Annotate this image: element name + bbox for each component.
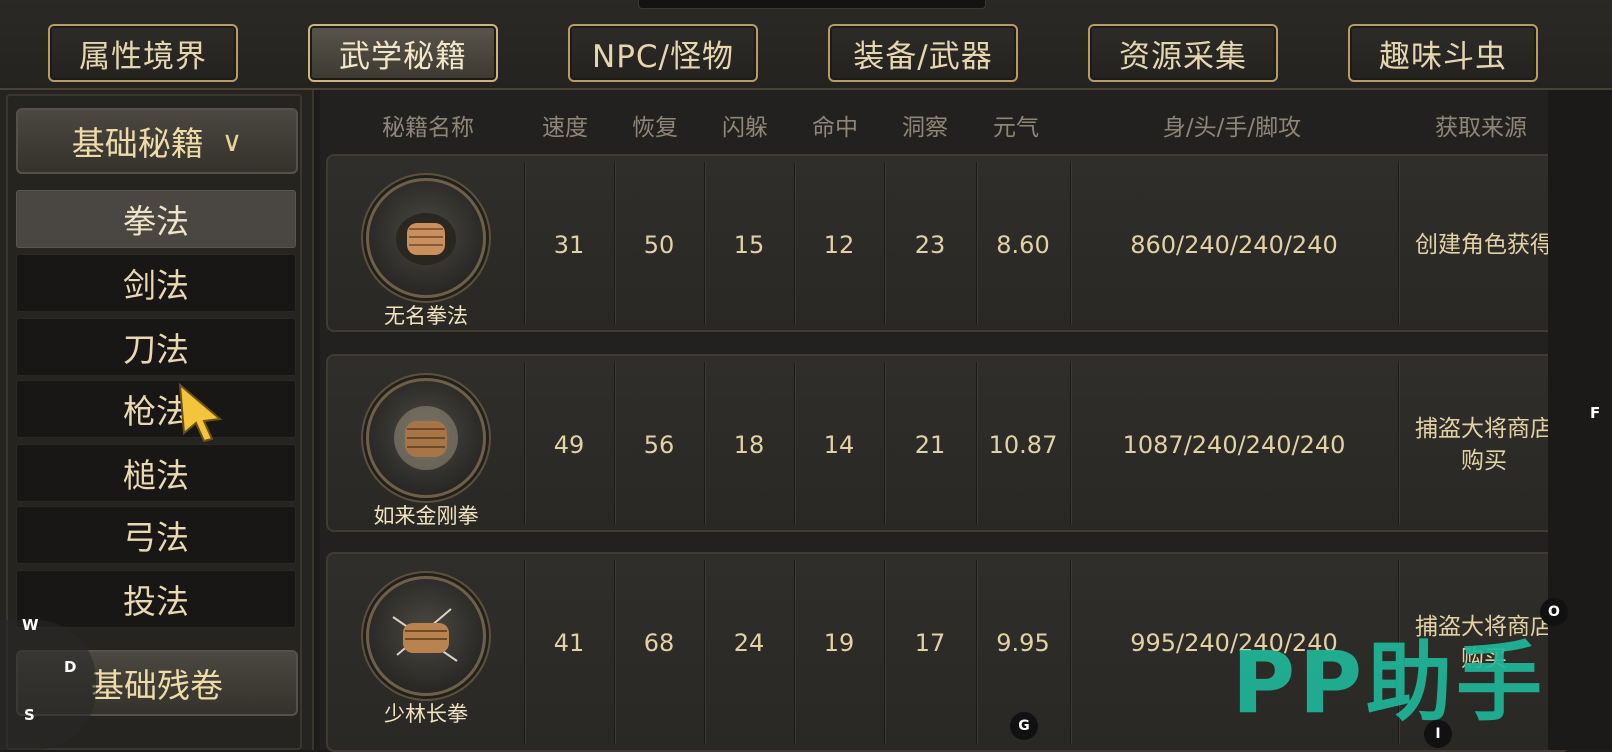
cell-source: 创建角色获得 <box>1398 156 1570 334</box>
cell-speed: 41 <box>553 629 585 657</box>
cell-recovery: 50 <box>643 231 675 259</box>
cell-hit: 19 <box>823 629 855 657</box>
header-recovery: 恢复 <box>632 115 678 141</box>
cell-vitality: 8.60 <box>996 231 1050 259</box>
cell-vitality: 9.95 <box>996 629 1050 657</box>
skill-name: 少林长拳 <box>384 702 468 726</box>
key-hint-f: F <box>1590 404 1601 422</box>
table-row[interactable]: 如来金刚拳 49 56 18 14 21 10.87 1087/240/240/… <box>326 354 1570 532</box>
source-line: 创建角色获得 <box>1415 232 1553 258</box>
cell-dodge: 24 <box>733 629 765 657</box>
top-notch <box>638 0 986 9</box>
cell-speed: 49 <box>553 431 585 459</box>
pointer-cursor-icon <box>178 383 223 443</box>
sidebar-item-throw[interactable]: 投法 <box>16 570 296 628</box>
cell-dodge: 18 <box>733 431 765 459</box>
tab-attributes[interactable]: 属性境界 <box>48 24 238 82</box>
cell-hit: 12 <box>823 231 855 259</box>
source-line: 捕盗大将商店 <box>1415 416 1553 442</box>
cell-insight: 21 <box>914 431 946 459</box>
watermark-logo: PP助手 <box>1232 633 1547 733</box>
top-nav-bar: 属性境界 武学秘籍 NPC/怪物 装备/武器 资源采集 趣味斗虫 <box>0 0 1612 90</box>
right-edge-strip <box>1548 90 1612 750</box>
sidebar-item-fist[interactable]: 拳法 <box>16 190 296 248</box>
header-speed: 速度 <box>542 115 588 141</box>
cell-speed: 31 <box>553 231 585 259</box>
cell-insight: 17 <box>914 629 946 657</box>
category-basic-manuals[interactable]: 基础秘籍 ∨ <box>16 108 298 174</box>
key-hint-s: S <box>24 706 35 724</box>
header-dodge: 闪躲 <box>722 115 768 141</box>
cell-vitality: 10.87 <box>988 431 1058 459</box>
fist-icon <box>366 178 486 298</box>
sidebar-item-spear[interactable]: 枪法 <box>16 380 296 438</box>
header-hit: 命中 <box>812 115 858 141</box>
skill-name: 如来金刚拳 <box>373 504 479 528</box>
tab-resource-gathering[interactable]: 资源采集 <box>1088 24 1278 82</box>
cell-recovery: 68 <box>643 629 675 657</box>
sidebar-item-sword[interactable]: 剑法 <box>16 254 296 312</box>
cell-insight: 23 <box>914 231 946 259</box>
fist-icon <box>366 378 486 498</box>
sidebar-item-blade[interactable]: 刀法 <box>16 318 296 376</box>
cell-attack: 1087/240/240/240 <box>1122 431 1346 459</box>
table-header: 秘籍名称 速度 恢复 闪躲 命中 洞察 元气 身/头/手/脚攻 获取来源 <box>320 110 1612 146</box>
cell-source: 捕盗大将商店 购买 <box>1398 356 1570 534</box>
tab-npc-monsters[interactable]: NPC/怪物 <box>568 24 758 82</box>
tab-equipment-weapons[interactable]: 装备/武器 <box>828 24 1018 82</box>
category-label: 基础秘籍 <box>71 124 204 163</box>
header-insight: 洞察 <box>902 115 948 141</box>
header-vitality: 元气 <box>993 115 1039 141</box>
skill-name: 无名拳法 <box>384 304 468 328</box>
cell-recovery: 56 <box>643 431 675 459</box>
category-label-2: 基础残卷 <box>91 666 223 705</box>
chevron-down-icon: ∨ <box>221 124 243 158</box>
fist-icon <box>366 576 486 696</box>
header-source: 获取来源 <box>1435 115 1527 141</box>
header-name: 秘籍名称 <box>382 115 474 141</box>
cell-hit: 14 <box>823 431 855 459</box>
tab-bug-fighting[interactable]: 趣味斗虫 <box>1348 24 1538 82</box>
tab-martial-manuals[interactable]: 武学秘籍 <box>308 24 498 82</box>
table-row[interactable]: 无名拳法 31 50 15 12 23 8.60 860/240/240/240… <box>326 154 1570 332</box>
sidebar-item-mace[interactable]: 槌法 <box>16 444 296 502</box>
key-hint-d: D <box>64 658 77 676</box>
cell-dodge: 15 <box>733 231 765 259</box>
key-hint-w: W <box>22 616 39 634</box>
header-attack: 身/头/手/脚攻 <box>1162 115 1302 141</box>
key-hint-g: G <box>1010 712 1038 740</box>
source-line: 购买 <box>1461 448 1507 474</box>
sidebar-item-bow[interactable]: 弓法 <box>16 506 296 564</box>
cell-attack: 860/240/240/240 <box>1130 231 1338 259</box>
